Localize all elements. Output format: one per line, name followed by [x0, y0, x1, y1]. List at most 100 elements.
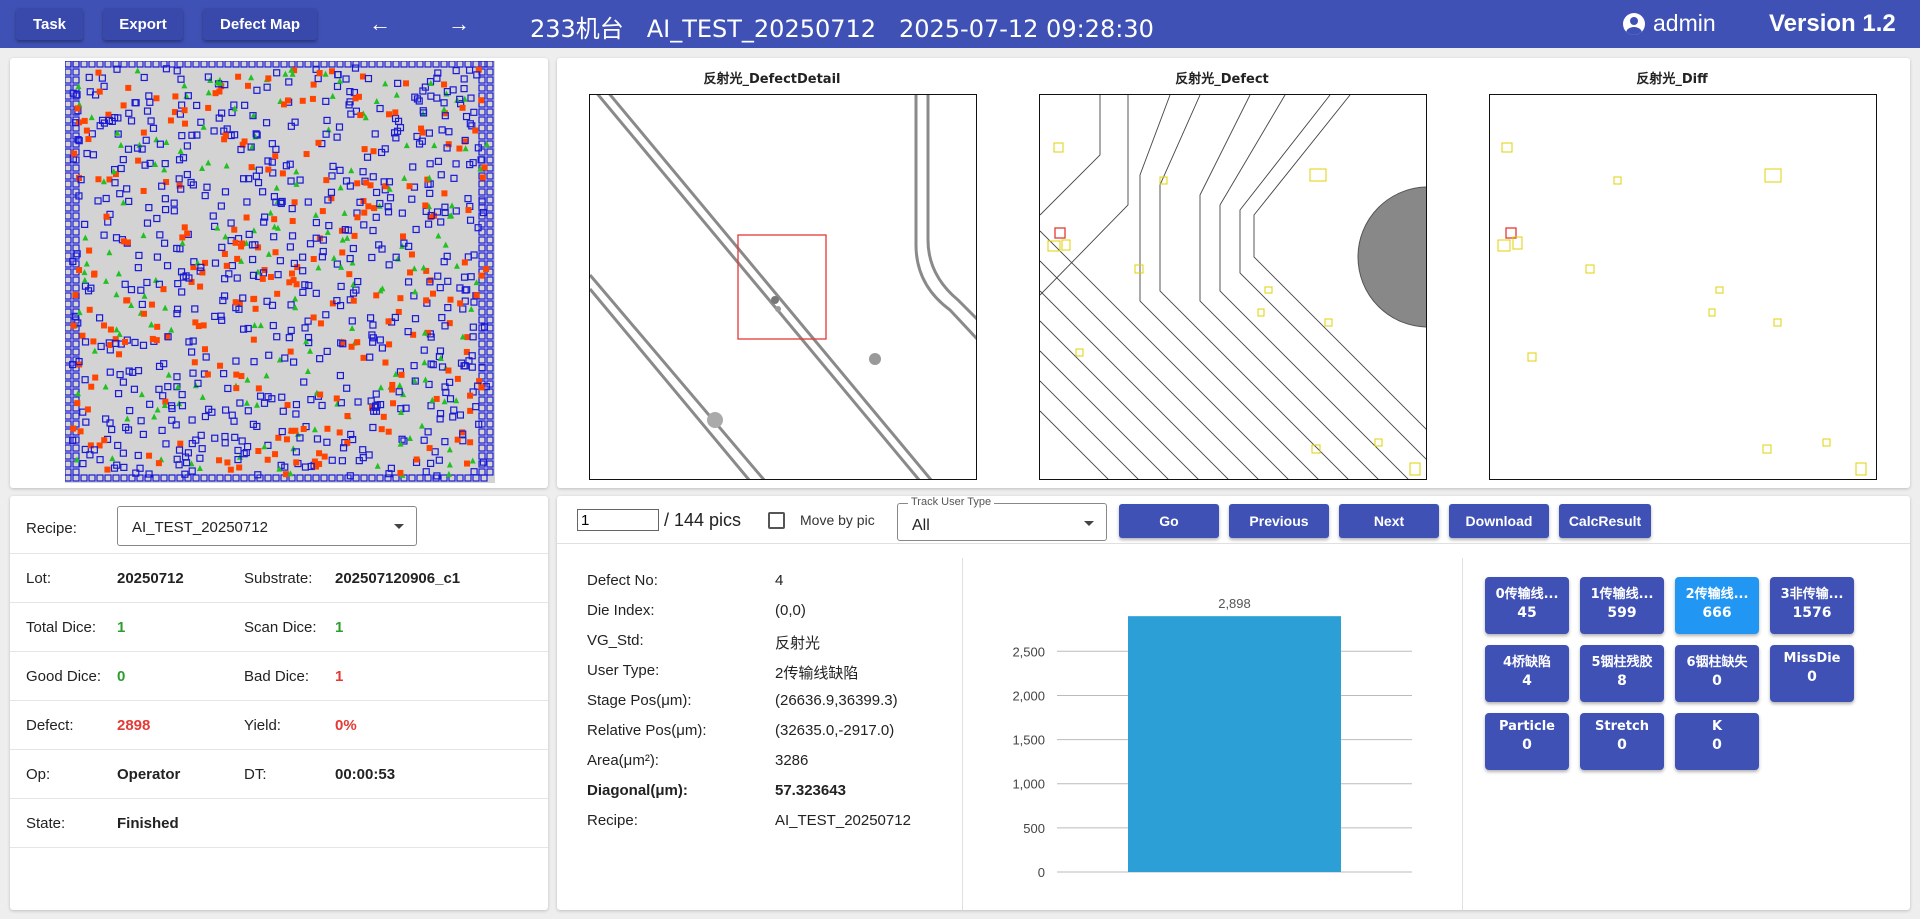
category-button[interactable]: 4桥缺陷 4: [1485, 645, 1569, 702]
track-user-type-select[interactable]: Track User Type All: [897, 496, 1107, 541]
defect-no-label: Defect No:: [587, 572, 658, 589]
divider: [962, 558, 963, 910]
category-name: 6铟柱缺失: [1686, 655, 1748, 670]
category-button[interactable]: Stretch 0: [1580, 713, 1664, 770]
dt-value: 00:00:53: [335, 766, 396, 783]
lot-row: Lot: 20250712 Substrate: 202507120906_c1: [10, 554, 548, 603]
category-name: MissDie: [1783, 651, 1841, 666]
diagonal-value: 57.323643: [775, 782, 846, 799]
track-user-type-label: Track User Type: [908, 496, 995, 508]
user-menu[interactable]: admin: [1623, 10, 1716, 37]
scan-dice-value: 1: [335, 619, 344, 636]
top-bar: Task Export Defect Map ← → 233机台 AI_TEST…: [0, 0, 1920, 48]
substrate-label: Substrate:: [244, 570, 313, 587]
go-button[interactable]: Go: [1119, 504, 1219, 538]
download-button[interactable]: Download: [1449, 504, 1549, 538]
defect-label: Defect:: [26, 717, 74, 734]
divider: [1462, 558, 1463, 910]
defect-image-title: 反射光_Defect: [1175, 72, 1269, 87]
category-name: 1传输线...: [1590, 587, 1654, 602]
task-button[interactable]: Task: [16, 8, 83, 40]
category-count: 45: [1517, 605, 1537, 621]
diff-drawing: [1497, 142, 1867, 476]
category-name: 3非传输...: [1780, 587, 1844, 602]
forward-arrow-icon[interactable]: →: [439, 8, 479, 40]
lot-label: Lot:: [26, 570, 52, 587]
navigation-toolbar: / 144 pics Move by pic Track User Type A…: [557, 496, 1910, 544]
detail-image-title: 反射光_DefectDetail: [703, 72, 841, 87]
yield-value: 0%: [335, 717, 357, 734]
defect-detail-drawing: [590, 95, 976, 479]
recipe-row: Recipe: AI_TEST_20250712: [10, 496, 548, 554]
recipe-label: Recipe:: [26, 520, 77, 537]
calc-result-button[interactable]: CalcResult: [1559, 504, 1651, 538]
category-name: K: [1711, 719, 1723, 734]
wafer-info-panel: Recipe: AI_TEST_20250712 Lot: 20250712 S…: [10, 496, 548, 910]
substrate-value: 202507120906_c1: [335, 570, 461, 587]
account-circle-icon: [1623, 12, 1645, 35]
move-by-pic-label: Move by pic: [800, 512, 875, 528]
user-name: admin: [1653, 10, 1716, 36]
scan-dice-label: Scan Dice:: [244, 619, 317, 636]
category-name: Particle: [1498, 719, 1555, 734]
defect-map-button[interactable]: Defect Map: [203, 8, 317, 40]
category-name: 5铟柱残胶: [1591, 655, 1653, 670]
category-button[interactable]: 5铟柱残胶 8: [1580, 645, 1664, 702]
category-button[interactable]: K0: [1675, 713, 1759, 770]
version-label: Version 1.2: [1769, 10, 1896, 37]
dt-label: DT:: [244, 766, 267, 783]
stage-pos-value: (26636.9,36399.3): [775, 692, 898, 709]
defect-images-panel: 反射光_DefectDetail 反射光_Defect 反射光_Diff: [557, 58, 1910, 488]
area-value: 3286: [775, 752, 809, 769]
y-tick-label: 1,000: [1012, 777, 1045, 792]
category-count: 599: [1607, 605, 1637, 621]
category-name: Stretch: [1595, 719, 1649, 734]
next-button[interactable]: Next: [1339, 504, 1439, 538]
back-arrow-icon[interactable]: ←: [360, 8, 400, 40]
defect-map[interactable]: [65, 61, 495, 483]
category-button[interactable]: 3非传输... 1576: [1770, 577, 1854, 634]
op-dt-row: Op: Operator DT: 00:00:53: [10, 750, 548, 799]
total-dice-label: Total Dice:: [26, 619, 97, 636]
recipe-select-value: AI_TEST_20250712: [132, 519, 268, 536]
relative-pos-value: (32635.0,-2917.0): [775, 722, 895, 739]
dropdown-caret-icon: [394, 524, 404, 529]
diff-image[interactable]: [1489, 94, 1877, 480]
die-index-label: Die Index:: [587, 602, 655, 619]
export-button[interactable]: Export: [103, 8, 183, 40]
page-number-input[interactable]: [577, 509, 659, 531]
vg-std-label: VG_Std:: [587, 632, 644, 649]
category-button[interactable]: MissDie 0: [1770, 645, 1854, 702]
recipe-select[interactable]: AI_TEST_20250712: [117, 506, 417, 546]
category-button[interactable]: 6铟柱缺失 0: [1675, 645, 1759, 702]
category-count: 0: [1522, 737, 1532, 753]
dropdown-caret-icon: [1084, 521, 1094, 526]
category-button[interactable]: 2传输线... 666: [1675, 577, 1759, 634]
defect-detail-panel: / 144 pics Move by pic Track User Type A…: [557, 496, 1910, 910]
dice-row: Total Dice: 1 Scan Dice: 1: [10, 603, 548, 652]
previous-button[interactable]: Previous: [1229, 504, 1329, 538]
category-count: 0: [1617, 737, 1627, 753]
move-by-pic-checkbox[interactable]: [768, 512, 785, 529]
track-user-type-value: All: [912, 517, 930, 534]
relative-pos-label: Relative Pos(μm):: [587, 722, 707, 739]
category-name: 0传输线...: [1495, 587, 1559, 602]
good-dice-label: Good Dice:: [26, 668, 102, 685]
defect-image[interactable]: [1039, 94, 1427, 480]
bad-dice-value: 1: [335, 668, 344, 685]
bar[interactable]: [1128, 616, 1341, 872]
category-count: 0: [1712, 673, 1722, 689]
y-tick-label: 1,500: [1012, 733, 1045, 748]
category-name: 4桥缺陷: [1502, 655, 1552, 670]
bad-dice-label: Bad Dice:: [244, 668, 310, 685]
die-index-value: (0,0): [775, 602, 806, 619]
category-button[interactable]: 1传输线... 599: [1580, 577, 1664, 634]
category-button[interactable]: Particle 0: [1485, 713, 1569, 770]
defect-detail-image[interactable]: [589, 94, 977, 480]
total-dice-value: 1: [117, 619, 126, 636]
lot-value: 20250712: [117, 570, 184, 587]
category-button[interactable]: 0传输线... 45: [1485, 577, 1569, 634]
diff-image-title: 反射光_Diff: [1636, 72, 1708, 87]
detail-recipe-value: AI_TEST_20250712: [775, 812, 911, 829]
area-label: Area(μm²):: [587, 752, 659, 769]
